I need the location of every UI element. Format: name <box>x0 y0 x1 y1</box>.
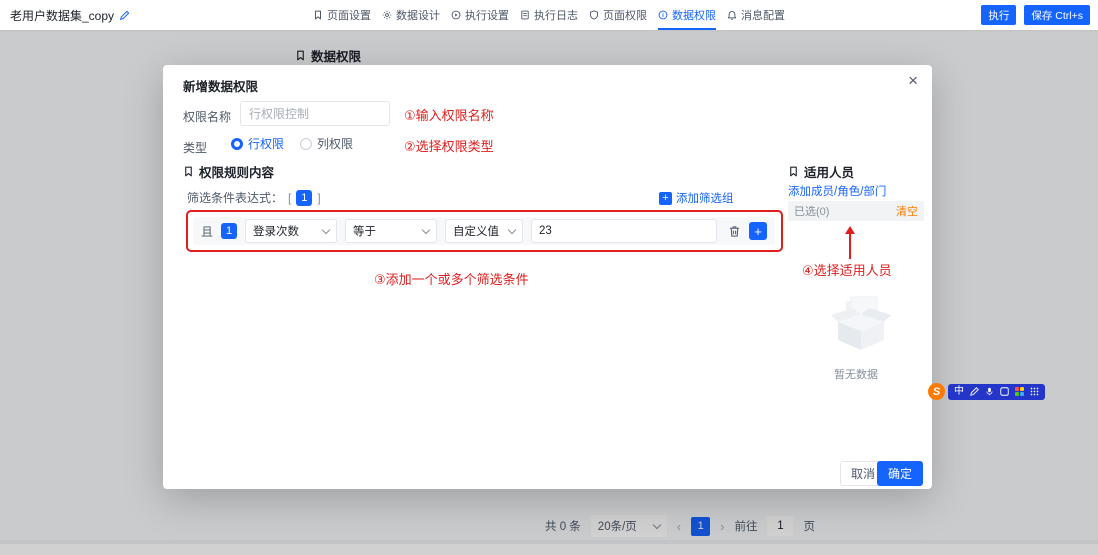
clear-selection-link[interactable]: 清空 <box>896 203 918 219</box>
rules-section-header: 权限规则内容 <box>183 162 274 181</box>
annotation-step2: ②选择权限类型 <box>404 136 494 155</box>
dataset-title: 老用户数据集_copy <box>10 7 114 24</box>
mic-icon[interactable] <box>985 387 994 396</box>
gear-icon <box>382 10 392 20</box>
chevron-down-icon <box>422 225 430 233</box>
ime-language-toggle[interactable]: 中 <box>954 387 964 397</box>
annotation-step1: ①输入权限名称 <box>404 105 494 124</box>
annotation-step4: ④选择适用人员 <box>802 260 892 279</box>
nav-label: 数据权限 <box>672 7 716 23</box>
bell-icon <box>727 10 737 20</box>
conjunction-label: 且 <box>201 223 213 240</box>
filter-condition-row: 且 1 登录次数 等于 自定义值 + <box>193 217 775 245</box>
nav-label: 执行设置 <box>465 7 509 23</box>
info-circle-icon <box>658 10 668 20</box>
nav-item-message-config[interactable]: 消息配置 <box>727 0 785 30</box>
nav-item-exec-log[interactable]: 执行日志 <box>520 0 578 30</box>
nav-label: 消息配置 <box>741 7 785 23</box>
selected-bar: 已选(0) 清空 <box>788 201 924 221</box>
pen-icon[interactable] <box>970 387 979 396</box>
filter-expression-row: 筛选条件表达式： [ 1 ] <box>187 189 321 206</box>
annotation-highlight-box: 且 1 登录次数 等于 自定义值 + <box>186 210 783 252</box>
add-data-permission-modal: 新增数据权限 × 权限名称 ①输入权限名称 类型 行权限 列权限 ②选择权限类型… <box>163 65 932 489</box>
empty-state-illustration <box>830 296 892 354</box>
annotation-step3: ③添加一个或多个筛选条件 <box>374 269 529 288</box>
add-condition-button[interactable]: + <box>749 222 767 240</box>
modal-title: 新增数据权限 <box>183 76 258 95</box>
delete-condition-button[interactable] <box>728 225 741 238</box>
ime-logo-icon[interactable]: S <box>928 383 945 400</box>
edit-icon[interactable] <box>119 10 130 21</box>
bookmark-icon <box>788 166 799 177</box>
ime-toolbar: S 中 <box>928 383 1045 400</box>
nav-label: 页面设置 <box>327 7 371 23</box>
play-circle-icon <box>451 10 461 20</box>
selected-count: 已选(0) <box>794 203 829 219</box>
people-section-title: 适用人员 <box>804 162 854 181</box>
field-select[interactable]: 登录次数 <box>245 219 337 243</box>
add-members-link[interactable]: 添加成员/角色/部门 <box>788 183 886 199</box>
confirm-button[interactable]: 确定 <box>877 461 923 486</box>
permission-name-input[interactable] <box>240 101 390 126</box>
bookmark-icon <box>313 10 323 20</box>
skin-icon[interactable] <box>1015 387 1024 396</box>
radio-column-permission[interactable]: 列权限 <box>300 135 353 152</box>
annotation-arrow-up-icon <box>849 229 851 259</box>
nav-item-exec-settings[interactable]: 执行设置 <box>451 0 509 30</box>
document-icon <box>520 10 530 20</box>
empty-state-text: 暂无数据 <box>788 366 924 382</box>
topbar-actions: 执行 保存 Ctrl+s <box>981 5 1090 25</box>
type-radio-group: 行权限 列权限 <box>231 135 353 152</box>
ime-pill: 中 <box>948 384 1045 400</box>
condition-index-badge: 1 <box>221 223 237 239</box>
expression-label: 筛选条件表达式： <box>187 189 283 206</box>
nav-label: 页面权限 <box>603 7 647 23</box>
operator-select-value: 等于 <box>353 223 376 239</box>
dataset-title-group: 老用户数据集_copy <box>10 0 130 30</box>
nav-item-page-permission[interactable]: 页面权限 <box>589 0 647 30</box>
chevron-down-icon <box>508 225 516 233</box>
permission-name-label: 权限名称 <box>183 108 231 125</box>
empty-box-icon <box>830 296 892 354</box>
radio-unchecked-icon <box>300 138 312 150</box>
nav-item-page-settings[interactable]: 页面设置 <box>313 0 371 30</box>
radio-row-permission[interactable]: 行权限 <box>231 135 284 152</box>
nav-label: 数据设计 <box>396 7 440 23</box>
field-select-value: 登录次数 <box>253 223 299 239</box>
trash-icon <box>728 225 741 238</box>
shield-icon <box>589 10 599 20</box>
bracket-open: [ <box>288 191 291 205</box>
nav-label: 执行日志 <box>534 7 578 23</box>
bookmark-icon <box>183 166 194 177</box>
save-button[interactable]: 保存 Ctrl+s <box>1024 5 1090 25</box>
expression-group-badge: 1 <box>296 190 312 206</box>
chevron-down-icon <box>322 225 330 233</box>
run-button[interactable]: 执行 <box>981 5 1016 25</box>
value-type-select-value: 自定义值 <box>453 223 499 239</box>
emoji-panel-icon[interactable] <box>1000 387 1009 396</box>
nav-item-data-design[interactable]: 数据设计 <box>382 0 440 30</box>
value-type-select[interactable]: 自定义值 <box>445 219 523 243</box>
radio-label: 列权限 <box>317 135 353 152</box>
add-filter-group-button[interactable]: + 添加筛选组 <box>659 190 734 206</box>
operator-select[interactable]: 等于 <box>345 219 437 243</box>
plus-icon: + <box>659 192 672 205</box>
rules-section-title: 权限规则内容 <box>199 162 274 181</box>
close-icon[interactable]: × <box>908 72 918 89</box>
radio-label: 行权限 <box>248 135 284 152</box>
radio-checked-icon <box>231 138 243 150</box>
bracket-close: ] <box>317 191 320 205</box>
condition-value-input[interactable] <box>531 219 717 243</box>
add-filter-group-label: 添加筛选组 <box>676 190 734 206</box>
type-label: 类型 <box>183 139 207 156</box>
more-grid-icon[interactable] <box>1030 387 1039 396</box>
nav-item-data-permission[interactable]: 数据权限 <box>658 0 716 30</box>
topbar: 老用户数据集_copy 页面设置 数据设计 执行设置 执行日志 页面权限 数据权… <box>0 0 1098 30</box>
topbar-nav: 页面设置 数据设计 执行设置 执行日志 页面权限 数据权限 消息配置 <box>313 0 785 30</box>
people-section-header: 适用人员 <box>788 162 854 181</box>
